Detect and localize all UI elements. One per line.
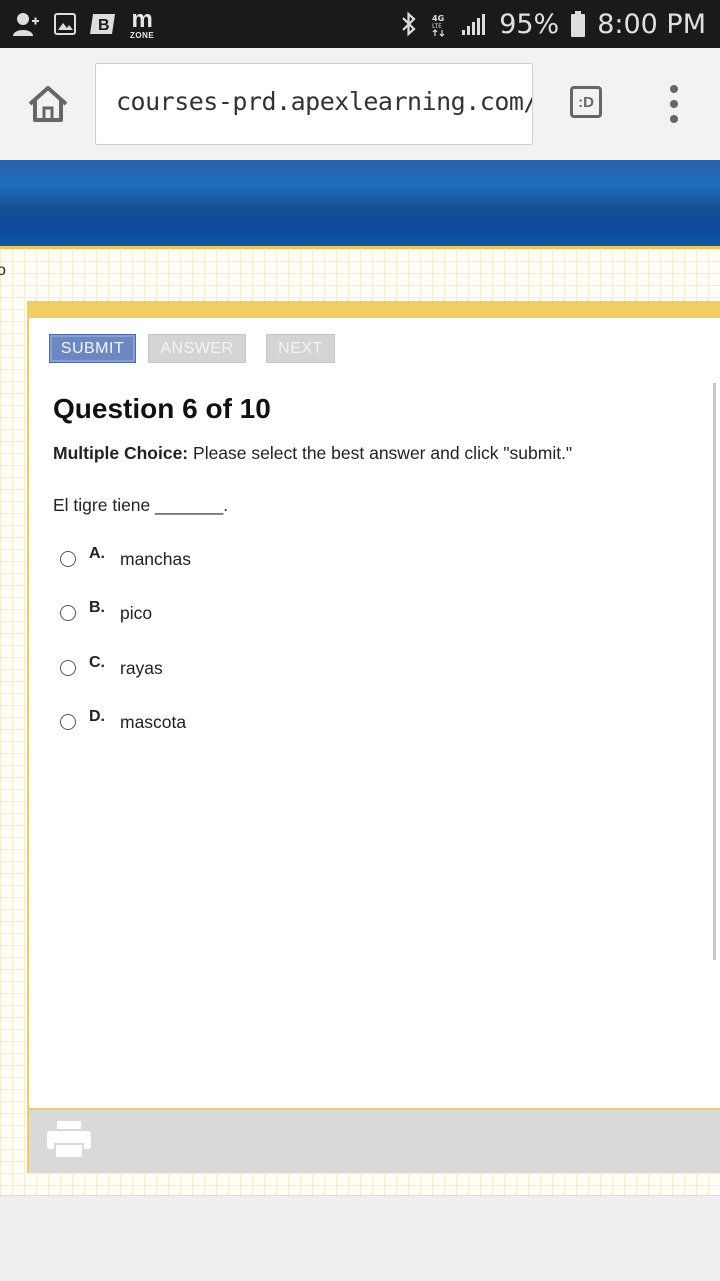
next-button[interactable]: NEXT: [266, 334, 335, 363]
answer-button[interactable]: ANSWER: [148, 334, 246, 363]
choice-b[interactable]: B. pico: [60, 599, 152, 625]
svg-text:B: B: [98, 17, 110, 34]
mzone-zone: ZONE: [130, 31, 155, 40]
svg-text:4G: 4G: [432, 14, 444, 23]
radio-button[interactable]: [60, 551, 76, 567]
bottom-blank-area: [0, 1195, 720, 1281]
tab-switcher-label: :D: [578, 93, 594, 111]
svg-text:LTE: LTE: [432, 23, 442, 30]
clock: 8:00 PM: [597, 8, 706, 40]
panel-footer: [29, 1108, 720, 1173]
4g-lte-icon: 4G LTE: [429, 11, 449, 37]
instructions-label: Multiple Choice:: [53, 443, 189, 463]
cut-off-text: o: [0, 262, 6, 279]
overflow-menu-icon[interactable]: [666, 85, 682, 123]
status-bar: B m ZONE 4G LTE 95% 8:00 PM: [0, 0, 720, 48]
instructions: Multiple Choice: Please select the best …: [53, 443, 572, 464]
radio-button[interactable]: [60, 605, 76, 621]
url-bar[interactable]: courses-prd.apexlearning.com/: [95, 63, 533, 145]
submit-button[interactable]: SUBMIT: [49, 334, 136, 363]
choice-text: mascota: [120, 712, 187, 732]
choice-letter: A.: [89, 545, 105, 562]
question-title: Question 6 of 10: [53, 393, 271, 424]
scrollbar[interactable]: [713, 383, 716, 960]
bluetooth-icon: [401, 11, 417, 37]
image-icon: [54, 13, 76, 35]
choice-letter: C.: [89, 654, 105, 671]
battery-percent: 95%: [499, 8, 560, 40]
radio-button[interactable]: [60, 660, 76, 676]
site-banner: [0, 160, 720, 249]
browser-toolbar: courses-prd.apexlearning.com/ :D: [0, 48, 720, 161]
battery-icon: [571, 11, 586, 37]
mzone-m: m: [131, 6, 153, 33]
tab-switcher-button[interactable]: :D: [570, 86, 602, 118]
choice-text: pico: [120, 603, 153, 623]
choice-text: rayas: [120, 658, 163, 678]
add-contact-icon: [12, 11, 40, 37]
choice-d[interactable]: D. mascota: [60, 708, 186, 734]
radio-button[interactable]: [60, 714, 76, 730]
home-icon[interactable]: [26, 84, 70, 124]
url-text: courses-prd.apexlearning.com/: [116, 87, 533, 116]
choice-letter: B.: [89, 599, 105, 616]
choice-a[interactable]: A. manchas: [60, 545, 191, 571]
question-prompt: El tigre tiene _______.: [53, 495, 229, 515]
instructions-text: Please select the best answer and click …: [193, 443, 573, 463]
choice-letter: D.: [89, 708, 105, 725]
mzone-icon: m ZONE: [130, 8, 154, 40]
bold-b-icon: B: [90, 12, 116, 36]
signal-icon: [461, 12, 487, 36]
question-panel: SUBMIT ANSWER NEXT Question 6 of 10 Mult…: [27, 301, 720, 1173]
panel-top-bar: [29, 301, 720, 318]
choice-text: manchas: [120, 549, 192, 569]
choice-c[interactable]: C. rayas: [60, 654, 163, 680]
printer-icon[interactable]: [46, 1120, 92, 1165]
